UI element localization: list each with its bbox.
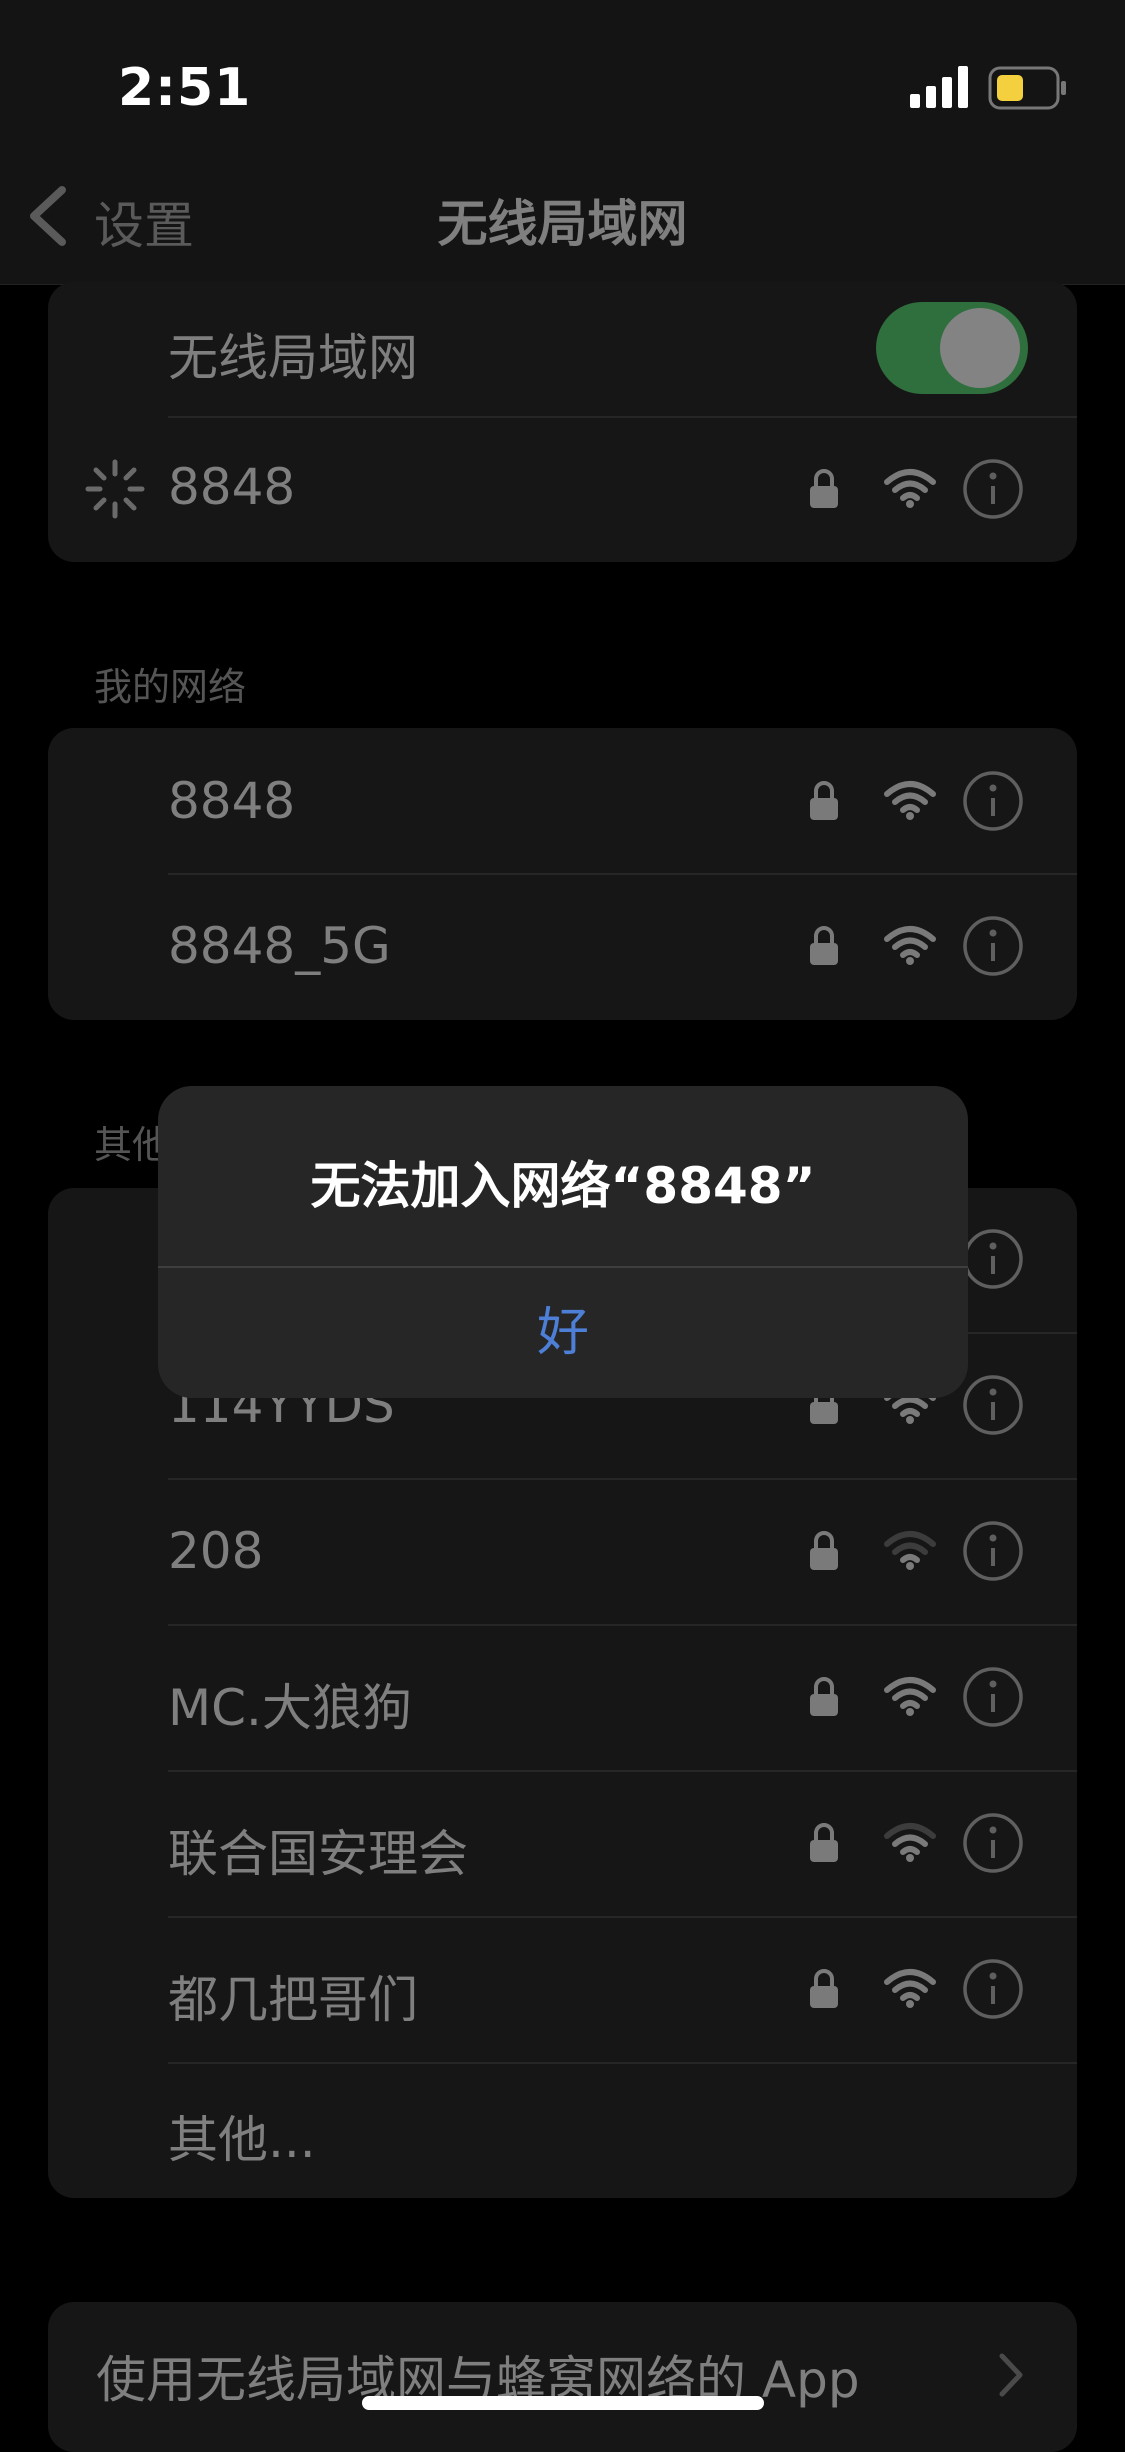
network-name: 联合国安理会 [168,1825,468,1883]
info-icon[interactable] [962,1228,1024,1290]
info-icon[interactable] [962,915,1024,977]
wifi-signal-icon [884,926,936,965]
wifi-signal-icon [884,469,936,508]
info-icon[interactable] [962,1666,1024,1728]
page-title: 无线局域网 [437,195,688,253]
chevron-right-icon [999,2353,1023,2397]
wifi-toggle-row: 无线局域网 [48,282,1077,416]
lock-icon [810,926,838,965]
my-networks-group: 8848 8848_5G [48,728,1077,1020]
alert-dialog: 无法加入网络“8848” 好 [158,1086,968,1398]
alert-ok-button[interactable]: 好 [158,1268,968,1398]
apps-using-wifi-row[interactable]: 使用无线局域网与蜂窝网络的 App [48,2302,1077,2452]
network-name: 208 [168,1522,264,1580]
network-row[interactable]: 208 [48,1480,1077,1624]
wifi-signal-icon [884,781,936,820]
other-network-row[interactable]: 其他... [48,2064,1077,2198]
lock-icon [810,781,838,820]
lock-icon [810,1531,838,1570]
network-row[interactable]: 8848_5G [48,875,1077,1020]
network-name: 8848 [168,772,296,830]
wifi-signal-icon [884,1823,936,1862]
my-networks-header: 我的网络 [94,665,247,709]
network-row[interactable]: 8848 [48,728,1077,873]
lock-icon [810,1677,838,1716]
network-row[interactable]: 都几把哥们 [48,1918,1077,2062]
lock-icon [810,469,838,508]
loading-spinner-icon [85,459,145,519]
lock-icon [810,1823,838,1862]
wifi-toggle-group: 无线局域网 8848 [48,282,1077,562]
network-name: 都几把哥们 [168,1971,418,2029]
info-icon[interactable] [962,770,1024,832]
info-icon[interactable] [962,458,1024,520]
status-time: 2:51 [118,58,252,118]
wifi-signal-icon [884,1969,936,2008]
alert-title: 无法加入网络“8848” [310,1157,816,1215]
network-row[interactable]: 联合国安理会 [48,1772,1077,1916]
wifi-toggle-switch[interactable] [876,302,1028,394]
home-indicator[interactable] [362,2396,764,2410]
battery-icon [988,66,1066,110]
info-icon[interactable] [962,1958,1024,2020]
current-network-row[interactable]: 8848 [48,418,1077,562]
wifi-signal-icon [884,1531,936,1570]
toggle-knob [940,308,1020,388]
wifi-signal-icon [884,1677,936,1716]
lock-icon [810,1969,838,2008]
network-name: MC.大狼狗 [168,1679,412,1737]
info-icon[interactable] [962,1520,1024,1582]
cellular-signal-icon [910,66,968,108]
wifi-toggle-label: 无线局域网 [168,329,418,387]
network-row[interactable]: MC.大狼狗 [48,1626,1077,1770]
info-icon[interactable] [962,1812,1024,1874]
info-icon[interactable] [962,1374,1024,1436]
other-network-label: 其他... [168,2111,316,2169]
network-name: 8848_5G [168,917,391,975]
current-network-name: 8848 [168,458,296,516]
